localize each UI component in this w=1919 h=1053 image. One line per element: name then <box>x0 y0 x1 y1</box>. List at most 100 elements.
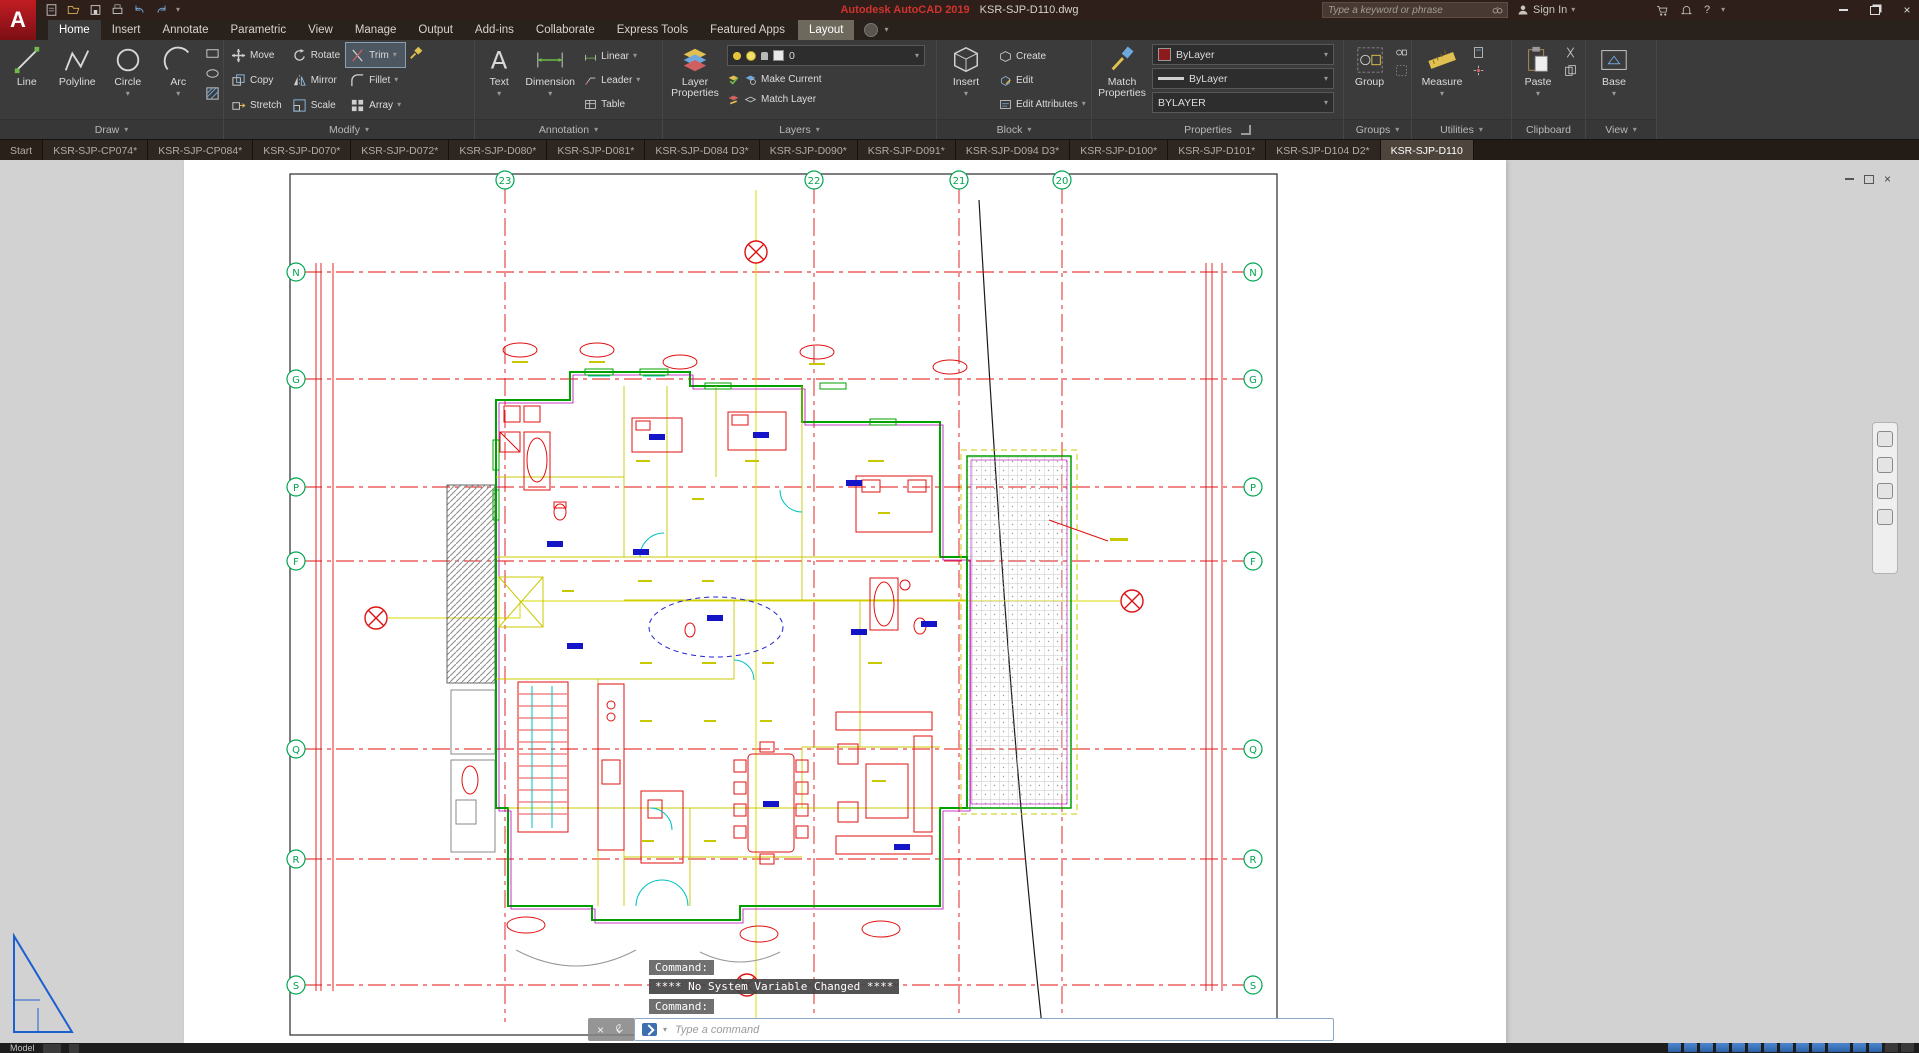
tab-layout[interactable]: Layout <box>798 20 855 40</box>
stretch-button[interactable]: Stretch <box>227 93 286 117</box>
polyline-button[interactable]: Polyline <box>54 42 102 119</box>
model-tab[interactable]: Model <box>10 1043 35 1053</box>
line-button[interactable]: Line <box>3 42 51 119</box>
match-layer-button[interactable]: Match Layer <box>727 89 925 109</box>
table-button[interactable]: Table <box>580 92 659 116</box>
paste-button[interactable]: Paste ▾ <box>1515 42 1561 119</box>
rotate-button[interactable]: Rotate <box>288 43 344 67</box>
doc-tab[interactable]: KSR-SJP-D081* <box>547 140 645 161</box>
annotation-monitor-icon[interactable] <box>1869 1043 1882 1052</box>
copy-clip-icon[interactable] <box>1564 64 1577 77</box>
quick-calc-icon[interactable] <box>1472 46 1485 59</box>
tab-express-tools[interactable]: Express Tools <box>606 20 699 40</box>
ungroup-icon[interactable] <box>1395 46 1408 59</box>
mirror-button[interactable]: Mirror <box>288 68 344 92</box>
tab-manage[interactable]: Manage <box>344 20 408 40</box>
copy-button[interactable]: Copy <box>227 68 286 92</box>
qat-dropdown-icon[interactable]: ▾ <box>176 6 180 14</box>
doc-tab[interactable]: KSR-SJP-D072* <box>351 140 449 161</box>
alert-bell-icon[interactable] <box>1680 4 1693 17</box>
drawing-restore-icon[interactable] <box>1864 175 1874 184</box>
grid-toggle-icon[interactable] <box>1668 1043 1681 1052</box>
new-file-icon[interactable] <box>44 3 59 17</box>
arc-button[interactable]: Arc ▾ <box>155 42 203 119</box>
tab-output[interactable]: Output <box>407 20 464 40</box>
drawing-close-icon[interactable]: × <box>1884 173 1891 185</box>
ortho-toggle-icon[interactable] <box>1700 1043 1713 1052</box>
ribbon-cycle-icon[interactable] <box>864 23 878 37</box>
clean-screen-icon[interactable] <box>1901 1043 1914 1052</box>
isolate-objects-icon[interactable] <box>1885 1043 1898 1052</box>
orbit-icon[interactable] <box>1877 509 1893 525</box>
match-properties-button[interactable]: Match Properties <box>1095 42 1149 119</box>
command-close-icon[interactable]: × <box>597 1024 604 1036</box>
drawing-canvas[interactable]: 23 22 21 20 N G P F Q R S N G P F Q R <box>0 160 1919 1043</box>
drawing-minimize-icon[interactable] <box>1845 178 1854 180</box>
new-layout-chip[interactable] <box>69 1044 79 1053</box>
doc-tab[interactable]: KSR-SJP-D101* <box>1168 140 1266 161</box>
erase-brush-icon[interactable] <box>408 46 423 61</box>
polar-toggle-icon[interactable] <box>1716 1043 1729 1052</box>
search-binoculars-icon[interactable] <box>1491 4 1504 16</box>
doc-tab[interactable]: KSR-SJP-D090* <box>760 140 858 161</box>
scale-button[interactable]: Scale <box>288 93 344 117</box>
panel-label-clipboard[interactable]: Clipboard <box>1512 119 1585 139</box>
leader-button[interactable]: Leader▾ <box>580 68 659 92</box>
tab-home[interactable]: Home <box>48 20 101 40</box>
lineweight-dropdown[interactable]: ByLayer ▾ <box>1152 68 1334 89</box>
group-button[interactable]: Group <box>1347 42 1392 119</box>
tab-parametric[interactable]: Parametric <box>220 20 298 40</box>
redo-icon[interactable] <box>154 3 169 17</box>
command-recent-caret-icon[interactable]: ▾ <box>663 1026 667 1034</box>
rectangle-tool-icon[interactable] <box>205 46 220 61</box>
create-block-button[interactable]: Create <box>995 44 1087 68</box>
layout-tab-chip[interactable] <box>43 1044 61 1053</box>
command-input[interactable] <box>673 1023 1326 1037</box>
layer-dropdown[interactable]: 0 ▾ <box>727 45 925 66</box>
isodraft-toggle-icon[interactable] <box>1732 1043 1745 1052</box>
doc-tab[interactable]: KSR-SJP-D104 D2* <box>1266 140 1380 161</box>
ellipse-tool-icon[interactable] <box>205 66 220 81</box>
tab-collaborate[interactable]: Collaborate <box>525 20 606 40</box>
full-navigation-wheel-icon[interactable] <box>1877 431 1893 447</box>
panel-label-modify[interactable]: Modify▾ <box>224 119 474 139</box>
array-button[interactable]: Array▾ <box>346 93 405 117</box>
plot-icon[interactable] <box>110 3 125 17</box>
insert-button[interactable]: Insert ▾ <box>940 42 992 119</box>
autocad-logo[interactable]: A <box>0 0 36 40</box>
ribbon-collapse-icon[interactable]: ▾ <box>884 26 888 34</box>
trim-button[interactable]: Trim▾ <box>346 43 405 67</box>
help-caret-icon[interactable]: ▾ <box>1721 6 1725 14</box>
properties-dialog-launcher-icon[interactable] <box>1241 125 1251 135</box>
selection-cycling-toggle-icon[interactable] <box>1812 1043 1825 1052</box>
undo-icon[interactable] <box>132 3 147 17</box>
doc-tab[interactable]: KSR-SJP-D091* <box>858 140 956 161</box>
linetype-dropdown[interactable]: BYLAYER ▾ <box>1152 92 1334 113</box>
doc-tab[interactable]: KSR-SJP-D094 D3* <box>956 140 1070 161</box>
id-point-icon[interactable] <box>1472 64 1485 77</box>
edit-attributes-button[interactable]: Edit Attributes▾ <box>995 92 1087 116</box>
search-input[interactable] <box>1326 4 1487 17</box>
panel-label-properties[interactable]: Properties <box>1092 119 1343 139</box>
tab-featured-apps[interactable]: Featured Apps <box>699 20 796 40</box>
doc-tab[interactable]: KSR-SJP-D100* <box>1070 140 1168 161</box>
panel-label-groups[interactable]: Groups▾ <box>1344 119 1411 139</box>
doc-tab[interactable]: KSR-SJP-CP084* <box>148 140 253 161</box>
save-icon[interactable] <box>88 3 103 17</box>
edit-block-button[interactable]: Edit <box>995 68 1087 92</box>
panel-label-utilities[interactable]: Utilities▾ <box>1412 119 1511 139</box>
measure-button[interactable]: Measure ▾ <box>1415 42 1469 119</box>
restore-button[interactable] <box>1867 3 1883 17</box>
snap-toggle-icon[interactable] <box>1684 1043 1697 1052</box>
help-icon[interactable]: ? <box>1704 4 1710 16</box>
make-current-button[interactable]: Make Current <box>727 69 925 89</box>
base-button[interactable]: Base ▾ <box>1589 42 1639 119</box>
layer-properties-button[interactable]: Layer Properties <box>666 42 724 119</box>
hatch-tool-icon[interactable] <box>205 86 220 101</box>
tab-view[interactable]: View <box>297 20 344 40</box>
doc-tab[interactable]: KSR-SJP-D084 D3* <box>645 140 759 161</box>
linear-button[interactable]: Linear▾ <box>580 44 659 68</box>
doc-tab[interactable]: KSR-SJP-D080* <box>449 140 547 161</box>
workspace-switching-icon[interactable] <box>1853 1043 1866 1052</box>
close-button[interactable]: × <box>1899 3 1915 17</box>
